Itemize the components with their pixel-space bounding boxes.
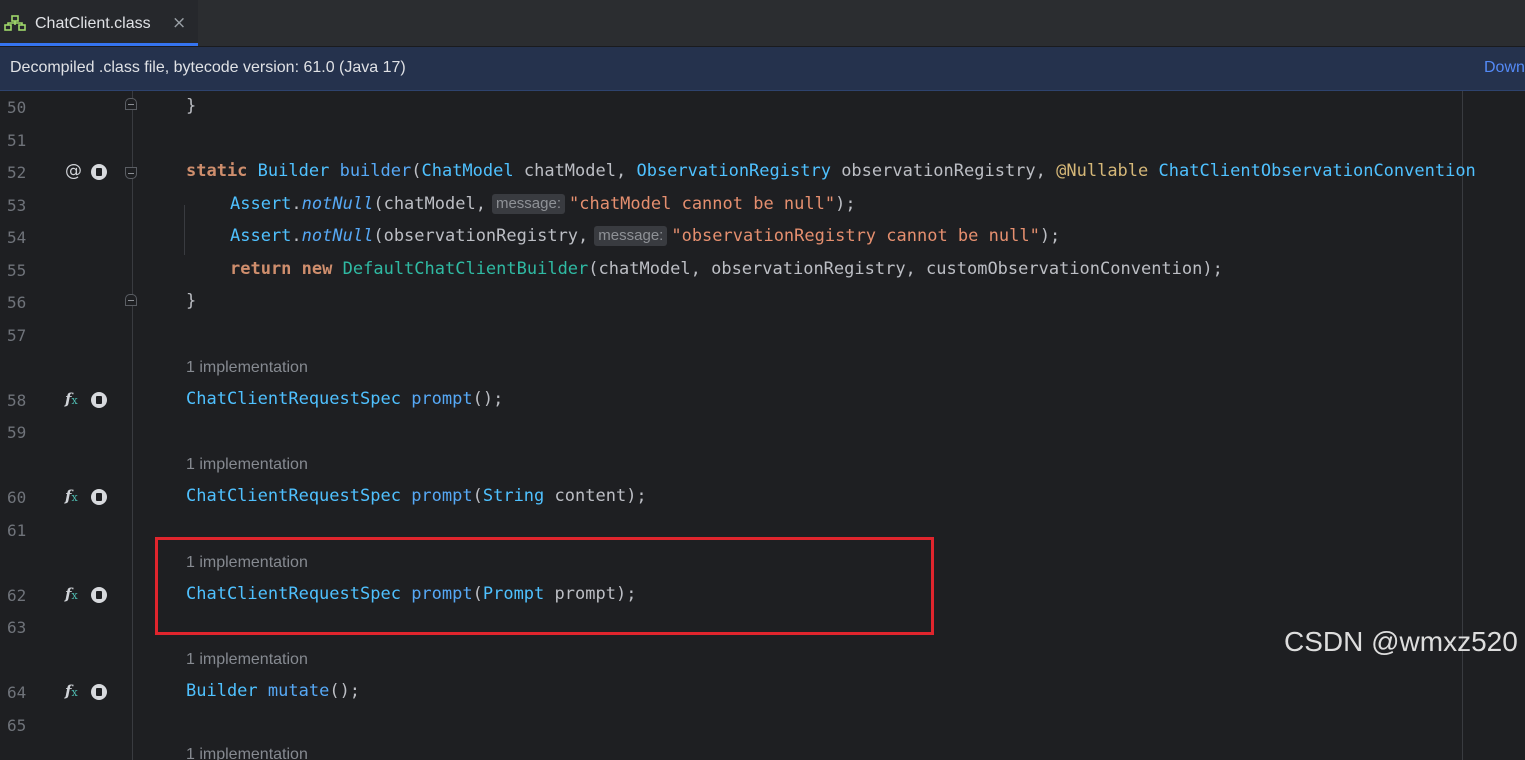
- implemented-icon[interactable]: fx: [65, 682, 78, 700]
- code-line-52: static Builder builder(ChatModel chatMod…: [186, 161, 1476, 181]
- line-number: 58: [7, 391, 27, 410]
- line-number: 61: [7, 521, 27, 540]
- implementation-hint[interactable]: 1 implementation: [186, 746, 308, 760]
- breakpoint-marker-icon[interactable]: [91, 587, 107, 603]
- code-line-58: ChatClientRequestSpec prompt();: [186, 389, 504, 409]
- line-number: 65: [7, 716, 27, 735]
- implementation-hint[interactable]: 1 implementation: [186, 456, 308, 474]
- code-line-53: Assert.notNull(chatModel, message: "chatMo…: [230, 194, 856, 214]
- breakpoint-marker-icon[interactable]: [91, 164, 107, 180]
- line-number: 55: [7, 261, 27, 280]
- right-margin-guide: [1462, 91, 1463, 760]
- code-line-50: }: [186, 96, 197, 116]
- tab-chatclient-class[interactable]: ChatClient.class ×: [0, 0, 198, 46]
- line-number: 53: [7, 196, 27, 215]
- parameter-hint: message:: [594, 226, 668, 246]
- line-number: 57: [7, 326, 27, 345]
- banner-text: Decompiled .class file, bytecode version…: [10, 59, 406, 76]
- implementation-hint[interactable]: 1 implementation: [186, 651, 308, 669]
- line-number: 54: [7, 228, 27, 247]
- indent-guide: [184, 205, 185, 255]
- line-number: 56: [7, 293, 27, 312]
- code-line-60: ChatClientRequestSpec prompt(String cont…: [186, 486, 647, 506]
- code-line-55: return new DefaultChatClientBuilder(chat…: [230, 259, 1223, 279]
- line-number: 62: [7, 586, 27, 605]
- line-number: 52: [7, 163, 27, 182]
- code-editor[interactable]: 50 51 52 53 54 55 56 57 58 59 60 61 62 6…: [0, 91, 1525, 760]
- breakpoint-marker-icon[interactable]: [91, 392, 107, 408]
- implemented-icon[interactable]: fx: [65, 390, 78, 408]
- line-number: 63: [7, 618, 27, 637]
- fold-end-icon[interactable]: [125, 98, 137, 110]
- highlight-annotation-box: [155, 537, 934, 635]
- fold-end-icon[interactable]: [125, 294, 137, 306]
- implemented-icon[interactable]: fx: [65, 585, 78, 603]
- close-icon[interactable]: ×: [172, 13, 186, 33]
- implemented-icon[interactable]: fx: [65, 487, 78, 505]
- class-file-icon: [4, 15, 26, 31]
- line-number: 60: [7, 488, 27, 507]
- parameter-hint: message:: [491, 194, 565, 214]
- code-line-64: Builder mutate();: [186, 681, 361, 701]
- code-line-56: }: [186, 291, 197, 311]
- fold-start-icon[interactable]: [125, 167, 137, 179]
- line-number: 51: [7, 131, 27, 150]
- code-line-54: Assert.notNull(observationRegistry, messa…: [230, 226, 1061, 246]
- tab-title: ChatClient.class: [35, 15, 151, 32]
- line-number: 59: [7, 423, 27, 442]
- implementation-hint[interactable]: 1 implementation: [186, 359, 308, 377]
- download-sources-link[interactable]: Down: [1484, 59, 1525, 77]
- line-number: 50: [7, 98, 27, 117]
- annotation-icon[interactable]: @: [65, 161, 82, 181]
- breakpoint-marker-icon[interactable]: [91, 489, 107, 505]
- decompiled-notice-banner: Decompiled .class file, bytecode version…: [0, 47, 1525, 91]
- line-number-gutter: 50 51 52 53 54 55 56 57 58 59 60 61 62 6…: [0, 91, 137, 760]
- breakpoint-marker-icon[interactable]: [91, 684, 107, 700]
- line-number: 64: [7, 683, 27, 702]
- watermark: CSDN @wmxz520: [1284, 626, 1518, 657]
- editor-tab-bar: ChatClient.class ×: [0, 0, 1525, 47]
